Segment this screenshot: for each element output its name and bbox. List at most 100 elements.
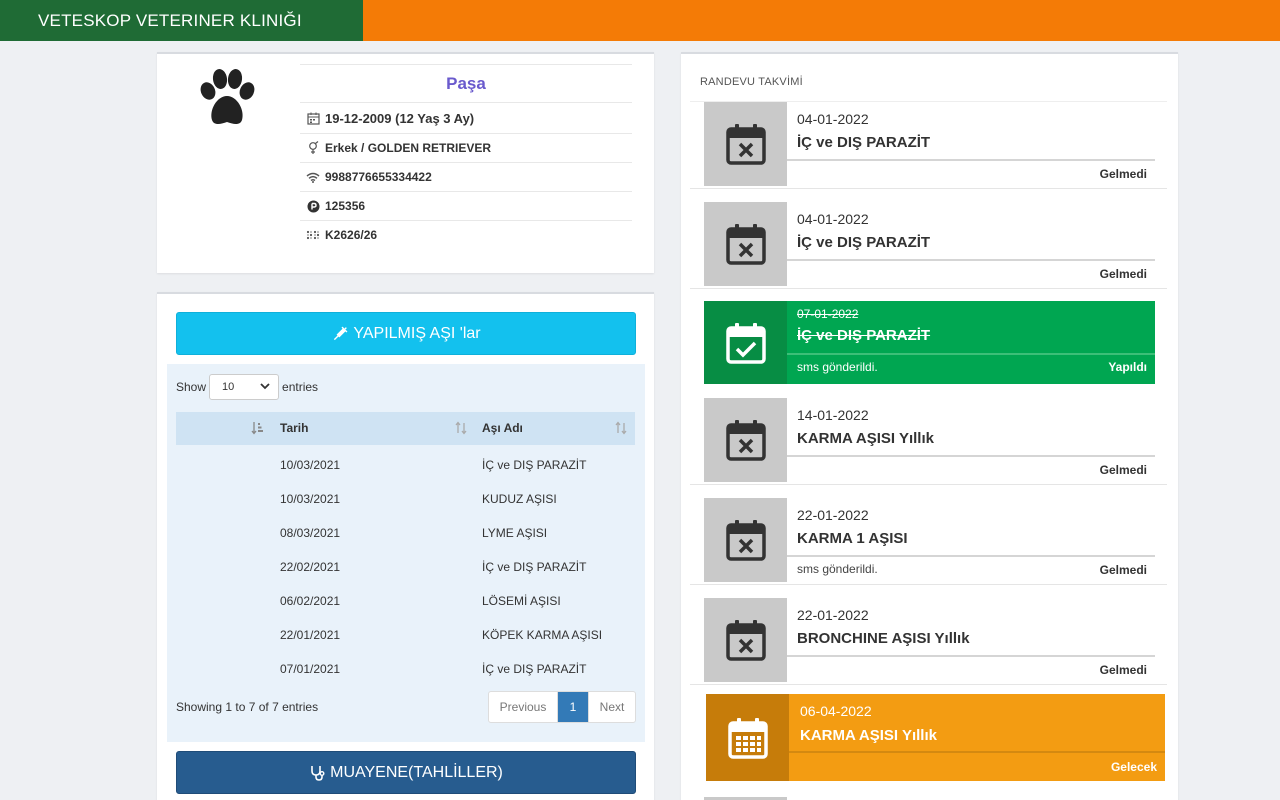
row-date: 22/02/2021 [280,560,341,574]
calendar-x-icon [725,620,766,661]
appointment-name: KARMA 1 AŞISI [797,530,908,547]
examination-button-label: MUAYENE(TAHLİLLER) [330,763,503,781]
calendar-check-icon [725,322,766,364]
divider [690,188,1167,189]
page-size-select[interactable]: 10 [209,374,280,400]
appointment-item[interactable]: 04-01-2022 İÇ ve DIŞ PARAZİT Gelmedi [704,202,1155,286]
pet-sex-breed-row: Erkek / GOLDEN RETRIEVER [300,133,632,162]
parking-icon [306,199,320,213]
calendar-x-icon-box [704,398,787,482]
appointment-item[interactable]: 07-01-2022 İÇ ve DIŞ PARAZİT sms gönderi… [704,301,1155,384]
vaccine-table-wrapper: Show 10 entries Tarih Aşı Adı 10/03/2021… [167,364,645,742]
pet-chip-row: 9988776655334422 [300,162,632,191]
calendar-icon [306,111,320,125]
appointment-status: Gelmedi [1099,563,1147,577]
appointment-date: 22-01-2022 [797,507,869,523]
calendar-x-icon [725,224,766,265]
entries-label: entries [282,380,319,394]
appointment-item[interactable]: 22-01-2022 KARMA 1 AŞISI sms gönderildi.… [704,498,1155,582]
appointment-note: sms gönderildi. [797,562,878,576]
appointment-item[interactable]: 04-01-2022 İÇ ve DIŞ PARAZİT Gelmedi [704,102,1155,186]
divider [789,751,1165,753]
row-vaccine: KUDUZ AŞISI [482,492,557,506]
row-vaccine: LÖSEMİ AŞISI [482,594,561,608]
syringe-icon [334,326,348,340]
appointment-name: BRONCHINE AŞISI Yıllık [797,630,970,647]
vaccines-button[interactable]: YAPILMIŞ AŞI 'lar [176,312,636,355]
examination-button[interactable]: MUAYENE(TAHLİLLER) [176,751,636,794]
row-vaccine: LYME AŞISI [482,526,548,540]
appointment-status: Gelmedi [1099,663,1147,677]
table-header: Tarih Aşı Adı [176,412,635,445]
page-size-value: 10 [222,381,235,393]
appointment-item[interactable]: 14-01-2022 KARMA AŞISI Yıllık Gelmedi [704,398,1155,482]
wifi-icon [306,170,320,184]
divider [787,555,1155,557]
show-label: Show [176,380,207,394]
divider [787,159,1155,161]
appointment-date: 14-01-2022 [797,407,869,423]
appointment-date: 04-01-2022 [797,211,869,227]
calendar-x-icon-box [704,498,787,582]
appointment-name: İÇ ve DIŞ PARAZİT [797,234,931,251]
appointment-date: 04-01-2022 [797,111,869,127]
row-date: 10/03/2021 [280,492,341,506]
appointments-title: RANDEVU TAKVİMİ [700,76,803,88]
pet-code: K2626/26 [325,228,378,242]
next-page-button[interactable]: Next [588,692,635,722]
appointment-name: KARMA AŞISI Yıllık [800,727,937,744]
row-vaccine: İÇ ve DIŞ PARAZİT [482,560,587,574]
appointment-status: Gelmedi [1099,463,1147,477]
pet-pno-row: 125356 [300,191,632,220]
pet-info: Paşa 19-12-2009 (12 Yaş 3 Ay) Erkek / GO… [300,64,632,249]
appointment-status: Gelmedi [1099,167,1147,181]
divider [787,353,1155,355]
calendar-x-icon [725,420,766,461]
appointment-item[interactable]: 06-04-2022 KARMA AŞISI Yıllık Gelecek [706,694,1165,781]
row-vaccine: KÖPEK KARMA AŞISI [482,628,603,642]
calendar-icon-box [706,694,789,781]
appointment-status: Yapıldı [1108,360,1147,374]
table-row[interactable]: 07/01/2021 İÇ ve DIŞ PARAZİT [176,651,635,685]
appointment-name: KARMA AŞISI Yıllık [797,430,934,447]
pet-sex-breed: Erkek / GOLDEN RETRIEVER [325,141,492,155]
table-row[interactable]: 22/01/2021 KÖPEK KARMA AŞISI [176,617,635,651]
table-row[interactable]: 06/02/2021 LÖSEMİ AŞISI [176,583,635,617]
calendar-x-icon-box [704,598,787,682]
calendar-x-icon [725,520,766,561]
pet-birth-row: 19-12-2009 (12 Yaş 3 Ay) [300,102,632,133]
column-header-vaccine[interactable]: Aşı Adı [482,412,523,445]
appointment-status: Gelmedi [1099,267,1147,281]
divider [690,288,1167,289]
gender-icon [306,141,320,155]
pet-name[interactable]: Paşa [300,64,632,102]
calendar-x-icon-box [704,102,787,186]
sort-icon[interactable] [454,421,468,435]
sort-icon[interactable] [614,421,628,435]
stethoscope-icon [311,765,325,781]
clinic-brand[interactable]: VETESKOP VETERINER KLINIĞI [0,0,363,41]
row-date: 06/02/2021 [280,594,341,608]
column-header-date[interactable]: Tarih [280,412,308,445]
table-row[interactable]: 10/03/2021 KUDUZ AŞISI [176,481,635,515]
chevron-down-icon [260,383,270,390]
pet-chip: 9988776655334422 [325,170,432,184]
row-date: 10/03/2021 [280,458,341,472]
appointment-status: Gelecek [1110,760,1157,774]
braille-icon [306,228,320,242]
current-page-button[interactable]: 1 [558,692,588,722]
appointment-item[interactable]: 22-01-2022 BRONCHINE AŞISI Yıllık Gelmed… [704,598,1155,682]
previous-page-button[interactable]: Previous [489,692,558,722]
table-row[interactable]: 10/03/2021 İÇ ve DIŞ PARAZİT [176,447,635,481]
table-row[interactable]: 22/02/2021 İÇ ve DIŞ PARAZİT [176,549,635,583]
calendar-x-icon [725,124,766,165]
page-size-control: Show 10 entries [176,374,318,400]
row-date: 07/01/2021 [280,662,341,676]
paw-icon [200,69,255,124]
row-date: 22/01/2021 [280,628,341,642]
sort-desc-icon[interactable] [251,421,265,435]
appointment-date: 22-01-2022 [797,607,869,623]
divider [690,684,1167,685]
calendar-icon [727,717,768,759]
table-row[interactable]: 08/03/2021 LYME AŞISI [176,515,635,549]
